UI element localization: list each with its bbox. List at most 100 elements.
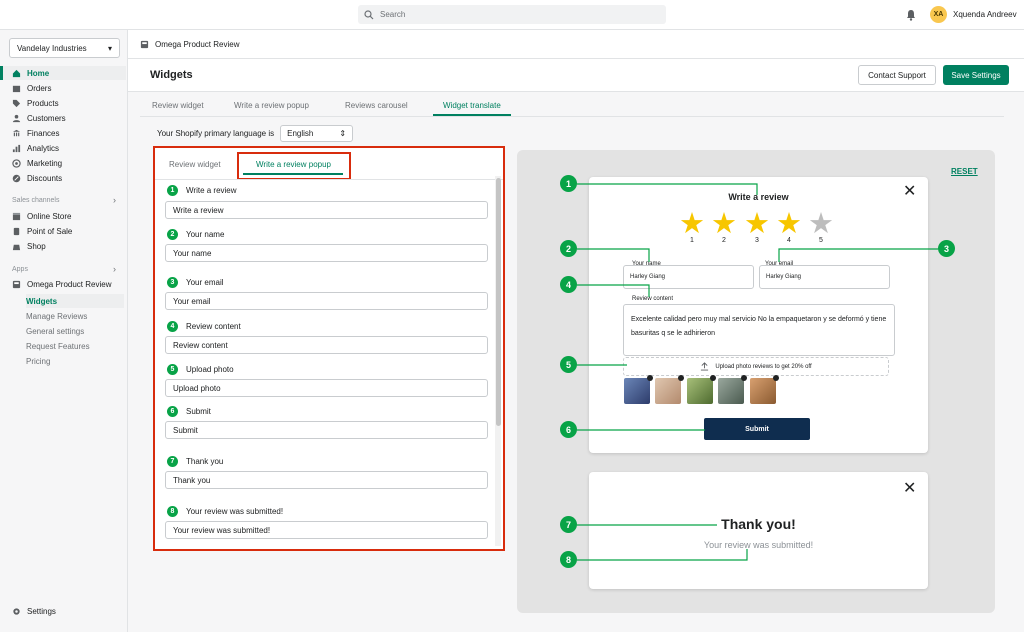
- sidebar-item-discounts[interactable]: Discounts: [0, 171, 126, 185]
- chevron-right-icon[interactable]: ›: [113, 195, 116, 205]
- active-tab-indicator: [433, 114, 511, 116]
- sidebar-item-products[interactable]: Products: [0, 96, 126, 110]
- sidebar-item-finances[interactable]: Finances: [0, 126, 126, 140]
- search-input[interactable]: Search: [358, 5, 666, 24]
- callout-badge: 1: [560, 175, 577, 192]
- field-label-write-a-review: 1 Write a review: [167, 185, 237, 196]
- panel-tab-write-a-review-popup[interactable]: Write a review popup: [256, 160, 331, 169]
- sidebar-item-label: Omega Product Review: [27, 279, 112, 289]
- sidebar-subitem-widgets[interactable]: Widgets: [26, 294, 124, 308]
- thank-you-input[interactable]: Thank you: [165, 471, 488, 489]
- callout-badge: 8: [560, 551, 577, 568]
- review-content-input[interactable]: Review content: [165, 336, 488, 354]
- field-label-text: Review content: [186, 322, 241, 331]
- chevron-updown-icon: ⇕: [339, 128, 347, 138]
- field-label-text: Upload photo: [186, 365, 234, 374]
- save-settings-button[interactable]: Save Settings: [943, 65, 1009, 85]
- app-title: Omega Product Review: [155, 39, 240, 49]
- tab-reviews-carousel[interactable]: Reviews carousel: [345, 101, 408, 110]
- sidebar-item-marketing[interactable]: Marketing: [0, 156, 126, 170]
- callout-badge: 4: [560, 276, 577, 293]
- field-label-review-submitted: 8 Your review was submitted!: [167, 506, 283, 517]
- store-selector[interactable]: Vandelay Industries ▾: [9, 38, 120, 58]
- field-label-upload-photo: 5 Upload photo: [167, 364, 234, 375]
- callout-badge: 7: [560, 516, 577, 533]
- step-badge: 2: [167, 229, 178, 240]
- scrollbar-thumb[interactable]: [496, 178, 501, 426]
- shop-icon: [12, 244, 21, 250]
- preview-area: RESET ✕ Write a review ★ ★ ★ ★ ★ 1 2 3 4…: [517, 150, 995, 613]
- widget-tabs: Review widget Write a review popup Revie…: [140, 97, 1004, 117]
- chevron-right-icon[interactable]: ›: [113, 264, 116, 274]
- app-icon: [12, 280, 21, 288]
- orders-icon: [12, 85, 21, 92]
- active-tab-indicator: [243, 173, 343, 175]
- language-select[interactable]: English ⇕: [280, 124, 354, 142]
- language-label: Your Shopify primary language is: [157, 128, 275, 138]
- sidebar-subitem-pricing[interactable]: Pricing: [26, 354, 50, 368]
- sidebar-subitem-general-settings[interactable]: General settings: [26, 324, 84, 338]
- translate-panel: Review widget Write a review popup 1 Writ…: [153, 146, 505, 551]
- step-badge: 8: [167, 506, 178, 517]
- sidebar-item-label: Orders: [27, 83, 52, 93]
- page-title: Widgets: [150, 69, 193, 81]
- tag-icon: [12, 99, 21, 107]
- sidebar-subitem-request-features[interactable]: Request Features: [26, 339, 90, 353]
- step-badge: 5: [167, 364, 178, 375]
- sidebar-item-online-store[interactable]: Online Store: [0, 209, 126, 223]
- app-icon: [140, 40, 149, 48]
- sidebar-item-analytics[interactable]: Analytics: [0, 141, 126, 155]
- sidebar-item-point-of-sale[interactable]: Point of Sale: [0, 224, 126, 238]
- callout-badge: 6: [560, 421, 577, 438]
- sidebar: Vandelay Industries ▾ Home Orders Produc…: [0, 30, 128, 632]
- sidebar-item-label: Home: [27, 68, 50, 78]
- contact-support-button[interactable]: Contact Support: [858, 65, 936, 85]
- bell-icon[interactable]: [905, 9, 917, 21]
- tab-review-widget[interactable]: Review widget: [152, 101, 204, 110]
- callout-badge: 2: [560, 240, 577, 257]
- tab-widget-translate[interactable]: Widget translate: [443, 101, 501, 110]
- field-label-text: Write a review: [186, 186, 237, 195]
- your-email-input[interactable]: Your email: [165, 292, 488, 310]
- your-name-input[interactable]: Your name: [165, 244, 488, 262]
- field-label-text: Submit: [186, 407, 211, 416]
- sidebar-item-label: Finances: [27, 128, 60, 138]
- sidebar-subitem-manage-reviews[interactable]: Manage Reviews: [26, 309, 87, 323]
- field-label-text: Your name: [186, 230, 225, 239]
- callout-lines: [577, 183, 938, 561]
- sidebar-item-label: Point of Sale: [27, 226, 73, 236]
- field-label-text: Your review was submitted!: [186, 507, 284, 516]
- step-badge: 4: [167, 321, 178, 332]
- callout-badge: 3: [938, 240, 955, 257]
- language-row: Your Shopify primary language is English…: [157, 124, 354, 142]
- sidebar-item-label: Settings: [27, 607, 56, 616]
- sidebar-item-label: Marketing: [27, 158, 63, 168]
- store-icon: [12, 212, 21, 220]
- sidebar-item-orders[interactable]: Orders: [0, 81, 126, 95]
- user-name[interactable]: Xquenda Andreev: [953, 10, 1017, 19]
- store-name: Vandelay Industries: [17, 43, 87, 53]
- sidebar-item-settings[interactable]: Settings: [12, 607, 56, 616]
- review-submitted-input[interactable]: Your review was submitted!: [165, 521, 488, 539]
- step-badge: 6: [167, 406, 178, 417]
- avatar[interactable]: XA: [930, 6, 947, 23]
- field-label-your-email: 3 Your email: [167, 277, 224, 288]
- panel-tab-review-widget[interactable]: Review widget: [169, 160, 221, 169]
- sidebar-item-home[interactable]: Home: [0, 66, 126, 80]
- callout-badge: 5: [560, 356, 577, 373]
- upload-photo-input[interactable]: Upload photo: [165, 379, 488, 397]
- field-label-text: Thank you: [186, 457, 224, 466]
- gear-icon: [13, 608, 20, 615]
- sidebar-item-label: Products: [27, 98, 59, 108]
- sidebar-item-shop[interactable]: Shop: [0, 239, 126, 253]
- top-bar: Search XA Xquenda Andreev: [0, 0, 1024, 30]
- sidebar-item-omega-product-review[interactable]: Omega Product Review: [0, 277, 126, 291]
- person-icon: [12, 114, 21, 122]
- sidebar-item-customers[interactable]: Customers: [0, 111, 126, 125]
- submit-input[interactable]: Submit: [165, 421, 488, 439]
- tab-write-a-review-popup[interactable]: Write a review popup: [234, 101, 309, 110]
- search-placeholder: Search: [380, 10, 406, 19]
- write-a-review-input[interactable]: Write a review: [165, 201, 488, 219]
- pos-icon: [13, 227, 20, 235]
- step-badge: 7: [167, 456, 178, 467]
